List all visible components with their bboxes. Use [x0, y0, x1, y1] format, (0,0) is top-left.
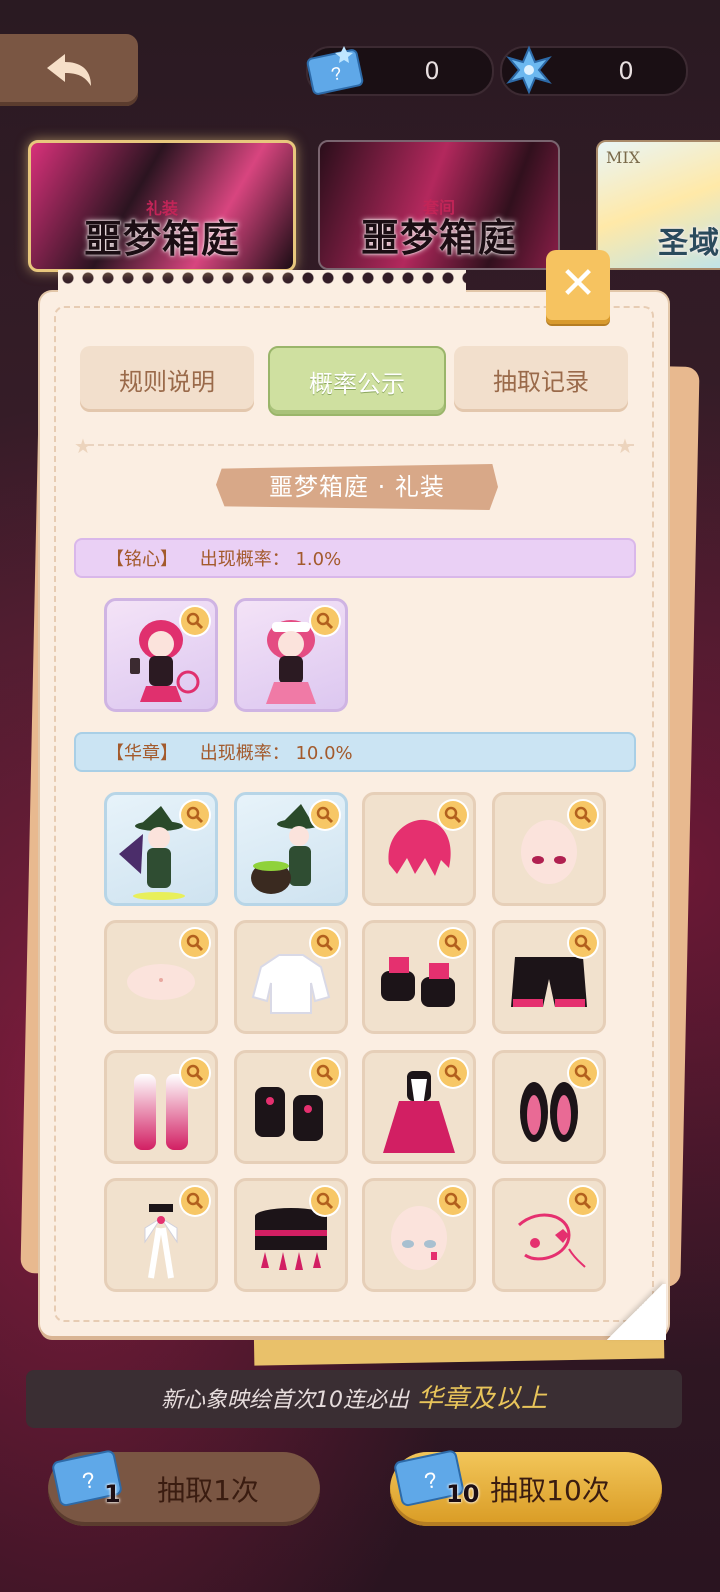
shirt-art-icon — [251, 954, 331, 1015]
draw-once-count: 1 — [104, 1480, 121, 1508]
zoom-icon[interactable] — [181, 1187, 209, 1215]
ticket-currency[interactable]: ? 0 — [306, 46, 494, 96]
item-card[interactable] — [234, 792, 348, 906]
ticket-icon: ? — [306, 46, 364, 95]
rarity-name: 【铭心】 — [106, 549, 178, 570]
divider — [78, 444, 634, 448]
banner-tag: MIX — [606, 148, 641, 167]
rarity-name: 【华章】 — [106, 743, 178, 764]
item-card[interactable] — [234, 920, 348, 1034]
notice-highlight: 华章及以上 — [416, 1384, 547, 1414]
item-card[interactable] — [234, 598, 348, 712]
zoom-icon[interactable] — [181, 1059, 209, 1087]
shoes-art-icon — [255, 1087, 323, 1142]
zoom-icon[interactable] — [311, 801, 339, 829]
item-card[interactable] — [104, 598, 218, 712]
page-corner-fold — [604, 1284, 666, 1340]
zoom-icon[interactable] — [181, 607, 209, 635]
back-button[interactable] — [0, 34, 138, 106]
close-button[interactable]: ✕ — [546, 250, 610, 324]
pool-title: 噩梦箱庭 · 礼装 — [216, 464, 498, 510]
zoom-icon[interactable] — [181, 929, 209, 957]
draw-ten-label: 抽取10次 — [490, 1474, 610, 1507]
rarity-header-mingxin: 【铭心】 出现概率： 1.0% — [74, 538, 636, 578]
item-card[interactable] — [492, 792, 606, 906]
item-card[interactable] — [104, 1178, 218, 1292]
rarity-rate-label: 出现概率： — [199, 549, 290, 570]
banner-nightmare-outfit[interactable]: 礼装 噩梦箱庭 — [28, 140, 296, 272]
item-card[interactable] — [104, 920, 218, 1034]
zoom-icon[interactable] — [439, 1187, 467, 1215]
crystal-currency[interactable]: 0 — [500, 45, 688, 96]
back-arrow-icon — [47, 54, 91, 86]
guarantee-notice: 新心象映绘首次10连必出 华章及以上 — [26, 1370, 682, 1428]
banner-nightmare-suite[interactable]: 套间 噩梦箱庭 — [318, 140, 560, 270]
chain-accessory-art-icon — [517, 1214, 586, 1269]
star-icon: ★ — [74, 434, 92, 458]
banner-title: 噩梦箱庭 — [83, 216, 240, 261]
banner-mix[interactable]: MIX 圣域 — [596, 140, 720, 270]
draw-ten-button[interactable]: ? 10 抽取10次 — [390, 1450, 662, 1526]
snowflake-crystal-icon — [506, 45, 552, 95]
close-icon: ✕ — [559, 258, 597, 309]
notice-text: 新心象映绘首次10连必出 — [160, 1388, 409, 1413]
rarity-rate-label: 出现概率： — [199, 743, 290, 764]
item-card[interactable] — [234, 1050, 348, 1164]
item-card[interactable] — [362, 1178, 476, 1292]
skin-art-icon — [127, 964, 195, 1001]
panel-tear-edge — [58, 270, 466, 296]
item-card[interactable] — [492, 1178, 606, 1292]
ribbon-art-icon — [144, 1204, 178, 1279]
zoom-icon[interactable] — [569, 801, 597, 829]
item-card[interactable] — [104, 1050, 218, 1164]
item-card[interactable] — [492, 1050, 606, 1164]
gloves-art-icon — [381, 957, 455, 1008]
ticket-count: 0 — [424, 57, 440, 85]
star-icon: ★ — [616, 434, 634, 458]
draw-once-button[interactable]: ? 1 抽取1次 — [48, 1450, 320, 1526]
item-card[interactable] — [492, 920, 606, 1034]
zoom-icon[interactable] — [311, 607, 339, 635]
zoom-icon[interactable] — [439, 801, 467, 829]
rarity-rate: 10.0% — [295, 743, 353, 764]
tab-probability[interactable]: 概率公示 — [268, 346, 446, 416]
banner-title: 圣域 — [658, 226, 720, 261]
ears-art-icon — [520, 1082, 578, 1143]
tab-rules[interactable]: 规则说明 — [80, 346, 254, 412]
item-card[interactable] — [104, 792, 218, 906]
shorts-art-icon — [511, 957, 587, 1008]
zoom-icon[interactable] — [311, 1059, 339, 1087]
zoom-icon[interactable] — [569, 1187, 597, 1215]
zoom-icon[interactable] — [439, 1059, 467, 1087]
tab-record[interactable]: 抽取记录 — [454, 346, 628, 412]
item-card[interactable] — [234, 1178, 348, 1292]
draw-ten-count: 10 — [446, 1480, 480, 1508]
item-card[interactable] — [362, 1050, 476, 1164]
rarity-header-huazhang: 【华章】 出现概率： 10.0% — [74, 732, 636, 772]
crystal-count: 0 — [618, 57, 634, 85]
rarity-rate: 1.0% — [295, 549, 342, 570]
zoom-icon[interactable] — [439, 929, 467, 957]
item-card[interactable] — [362, 920, 476, 1034]
zoom-icon[interactable] — [569, 1059, 597, 1087]
zoom-icon[interactable] — [311, 1187, 339, 1215]
zoom-icon[interactable] — [311, 929, 339, 957]
zoom-icon[interactable] — [181, 801, 209, 829]
banner-title: 噩梦箱庭 — [360, 215, 517, 260]
draw-once-label: 抽取1次 — [157, 1474, 259, 1507]
zoom-icon[interactable] — [569, 929, 597, 957]
item-card[interactable] — [362, 792, 476, 906]
